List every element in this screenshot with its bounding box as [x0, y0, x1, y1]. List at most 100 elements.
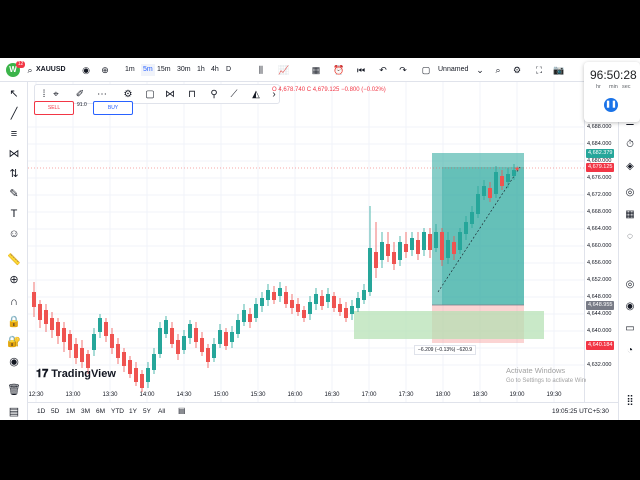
activate-windows-watermark: Activate Windows Go to Settings to activ… — [506, 366, 586, 386]
settings-gear-icon[interactable]: ⚙ — [121, 88, 135, 102]
eraser-icon[interactable]: ◭ — [249, 88, 263, 102]
candle-body — [44, 310, 48, 324]
candle-body — [470, 212, 474, 224]
layout-grid-icon[interactable]: ▦ — [310, 64, 322, 76]
bell-icon[interactable]: ◔ — [623, 344, 637, 358]
symbol-name[interactable]: XAUUSD — [36, 64, 66, 76]
candle-body — [308, 302, 312, 314]
emoji-icon[interactable]: ☺ — [6, 226, 22, 242]
candle-body — [500, 176, 504, 186]
time-tick-label: 17:00 — [361, 392, 377, 398]
candle-body — [212, 344, 216, 358]
calendar-icon[interactable]: ▦ — [623, 208, 637, 222]
target-icon[interactable]: ◎ — [623, 186, 637, 200]
path-tool-icon[interactable]: ⌖ — [49, 88, 63, 102]
range-1y[interactable]: 1Y — [129, 408, 137, 415]
undo-icon[interactable]: ↶ — [377, 64, 389, 76]
buy-button[interactable]: BUY — [93, 101, 133, 115]
range-6m[interactable]: 6M — [96, 408, 105, 415]
chart-canvas[interactable]: 12:30 13:00 13:30 14:00 14:30 15:00 15:30 16:00… — [28, 82, 584, 402]
candle-body — [224, 332, 228, 346]
object-tree-icon[interactable]: ▤ — [6, 404, 22, 420]
chevron-down-icon[interactable]: ⌄ — [474, 64, 486, 76]
prediction-icon[interactable]: ⇅ — [6, 166, 22, 182]
candle-body — [272, 292, 276, 300]
visibility-icon[interactable]: ◉ — [6, 354, 22, 370]
lock-icon[interactable]: 🔐 — [6, 334, 22, 350]
interval-5m[interactable]: 5m — [141, 64, 155, 76]
watermark-line1: Activate Windows — [506, 366, 566, 375]
layout-box-icon[interactable]: ▢ — [420, 64, 432, 76]
pattern-tool-icon[interactable]: ⋈ — [163, 88, 177, 102]
trash-icon[interactable]: 🗑 — [6, 382, 22, 398]
alerts-clock-icon[interactable]: ⏱ — [623, 138, 637, 152]
range-5y[interactable]: 5Y — [143, 408, 151, 415]
layout-name[interactable]: Unnamed — [438, 64, 468, 76]
price-axis[interactable]: 4,688.000 4,684.000 4,680.000 4,676.000 4,67… — [584, 82, 618, 402]
range-ytd[interactable]: YTD — [111, 408, 124, 415]
line-style-icon[interactable]: ⋯ — [95, 88, 109, 102]
signal-icon[interactable]: ◉ — [623, 300, 637, 314]
brush-icon[interactable]: ✎ — [6, 186, 22, 202]
fullscreen-icon[interactable]: ⛶ — [533, 64, 545, 76]
chat-icon[interactable]: ▭ — [623, 322, 637, 336]
fib-icon[interactable]: ≡ — [6, 126, 22, 142]
time-tick-label: 15:00 — [213, 392, 229, 398]
candle-body — [62, 328, 66, 342]
candle-body — [134, 368, 138, 382]
timer-digits: 96:50:28 — [590, 68, 637, 82]
target-circle-icon[interactable]: ◎ — [623, 278, 637, 292]
layers-icon[interactable]: ◈ — [623, 160, 637, 174]
settings-icon[interactable]: ⚙ — [511, 64, 523, 76]
range-5d[interactable]: 5D — [51, 408, 59, 415]
candle-type-icon[interactable]: ⫼ — [255, 64, 267, 76]
goto-date-icon[interactable]: ▤ — [178, 406, 186, 415]
trendline-icon[interactable]: ╱ — [6, 106, 22, 122]
path-icon[interactable]: ⟋ — [227, 88, 241, 102]
buy-label: BUY — [107, 105, 119, 111]
camera-icon[interactable]: 📷 — [553, 64, 565, 76]
color-icon[interactable]: ✐ — [73, 88, 87, 102]
logo-text: TradingView — [51, 368, 116, 380]
candle-body — [434, 232, 438, 248]
eye-icon[interactable]: ◉ — [80, 64, 92, 76]
alert-icon[interactable]: ⏰ — [333, 64, 345, 76]
pause-button[interactable]: ❚❚ — [604, 98, 618, 112]
ohlc-text: 4,678.740 C 4,679.125 −0.800 (−0.02%) — [278, 87, 386, 93]
ideas-icon[interactable]: ◌ — [623, 230, 637, 244]
redo-icon[interactable]: ↷ — [397, 64, 409, 76]
range-3m[interactable]: 3M — [81, 408, 90, 415]
interval-15m[interactable]: 15m — [157, 64, 171, 76]
range-1d[interactable]: 1D — [37, 408, 45, 415]
interval-d[interactable]: D — [226, 64, 231, 76]
zoom-in-icon[interactable]: ⊕ — [6, 272, 22, 288]
magnet-icon[interactable]: ∩ — [6, 294, 22, 310]
time-tick-label: 19:30 — [546, 392, 562, 398]
range-1m[interactable]: 1M — [66, 408, 75, 415]
price-tick-label: 4,660.000 — [587, 243, 612, 249]
candle-body — [98, 318, 102, 332]
ruler-icon[interactable]: 📏 — [6, 252, 22, 268]
interval-30m[interactable]: 30m — [177, 64, 191, 76]
replay-icon[interactable]: ⏮ — [355, 64, 367, 76]
cursor-icon[interactable]: ↖ — [6, 86, 22, 102]
indicators-icon[interactable]: 📈 — [278, 64, 290, 76]
clock-timezone[interactable]: 19:05:25 UTC+5:30 — [552, 408, 609, 415]
interval-4h[interactable]: 4h — [211, 64, 219, 76]
candle-body — [356, 298, 360, 308]
symbol-search-icon[interactable]: ⌕ — [24, 64, 36, 76]
search-icon[interactable]: ⌕ — [492, 64, 504, 76]
lock-drawings-icon[interactable]: 🔒 — [6, 314, 22, 330]
anchor-icon[interactable]: ⚲ — [207, 88, 221, 102]
lock-tool-icon[interactable]: ⊓ — [185, 88, 199, 102]
text-icon[interactable]: T — [6, 206, 22, 222]
interval-1h[interactable]: 1h — [197, 64, 205, 76]
candle-body — [38, 304, 42, 320]
range-all[interactable]: All — [158, 408, 165, 415]
sell-button[interactable]: SELL — [34, 101, 74, 115]
grid-dots-icon[interactable]: ⣿ — [623, 394, 637, 408]
compare-add-icon[interactable]: ⊕ — [99, 64, 111, 76]
box-icon[interactable]: ▢ — [143, 88, 157, 102]
pattern-icon[interactable]: ⋈ — [6, 146, 22, 162]
interval-1m[interactable]: 1m — [125, 64, 135, 76]
